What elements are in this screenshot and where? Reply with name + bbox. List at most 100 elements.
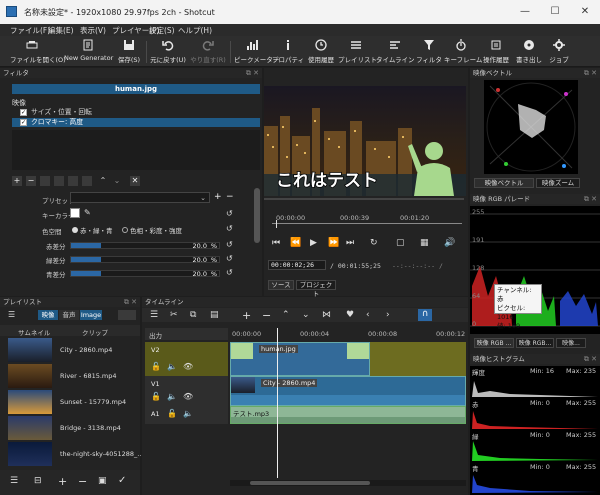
split-icon[interactable]: ⋈ xyxy=(322,310,331,320)
volume-icon[interactable]: 🔈 xyxy=(167,392,177,401)
zoom-icon[interactable]: ▢ xyxy=(396,238,405,248)
add-icon[interactable]: + xyxy=(58,475,67,488)
playlist-item[interactable]: the-night-sky-4051288_... xyxy=(8,442,143,466)
remove-icon[interactable]: − xyxy=(262,309,271,322)
lock-icon[interactable]: 🔓 xyxy=(151,362,161,371)
radio-rgb[interactable]: 赤・緑・青 xyxy=(72,225,113,235)
undo-button[interactable]: 元に戻す(U) xyxy=(150,36,186,67)
filter-item-selected[interactable]: ✓ クロマキー: 高度 xyxy=(12,118,260,127)
timeline-scrollbar[interactable] xyxy=(230,480,466,486)
menu-view[interactable]: 表示(V) xyxy=(80,25,106,36)
volume-icon[interactable]: 🔈 xyxy=(183,409,193,418)
open-file-button[interactable]: ファイルを開く(O) xyxy=(10,36,66,67)
volume-icon[interactable]: 🔊 xyxy=(444,238,455,248)
panel-close-icon[interactable]: ⧉ ✕ xyxy=(584,354,597,364)
close-filter-icon[interactable]: ✕ xyxy=(130,176,140,186)
cut-icon[interactable]: ✂ xyxy=(170,310,178,320)
scrollbar-thumb[interactable] xyxy=(250,481,370,485)
marker-icon[interactable]: ♥ xyxy=(346,310,354,320)
preset-dropdown[interactable]: ⌄ xyxy=(70,192,210,203)
checkmark-icon[interactable]: ✓ xyxy=(118,475,126,486)
timeline-ruler[interactable]: 00:00:00 00:00:04 00:00:08 00:00:12 xyxy=(230,328,466,340)
paste-filter-icon[interactable] xyxy=(54,176,64,186)
next-marker-icon[interactable]: › xyxy=(386,310,390,320)
filters-scrollbar[interactable] xyxy=(254,188,260,243)
timeline-clip[interactable]: テスト.mp3 xyxy=(230,406,466,424)
track-header-v1[interactable]: V1 🔓 🔈 👁 xyxy=(145,376,228,406)
param-slider[interactable]: 20.0 % xyxy=(70,270,220,278)
save-button[interactable]: 保存(S) xyxy=(116,36,142,67)
reset-icon[interactable]: ↺ xyxy=(226,254,233,263)
eye-icon[interactable]: 👁 xyxy=(183,362,193,371)
reset-icon[interactable]: ↺ xyxy=(226,240,233,249)
paste-icon[interactable]: ▤ xyxy=(210,310,219,320)
open-icon[interactable]: ⊟ xyxy=(34,476,42,486)
rewind-icon[interactable]: ⏪ xyxy=(290,238,301,248)
volume-icon[interactable]: 🔈 xyxy=(167,362,177,371)
save-preset-icon[interactable] xyxy=(68,176,78,186)
playlist-filter-image[interactable]: Image xyxy=(80,310,102,320)
tab-video-other[interactable]: 映像... xyxy=(556,338,586,348)
close-button[interactable]: ✕ xyxy=(570,2,600,22)
playlist-item[interactable]: River - 6815.mp4 xyxy=(8,364,138,388)
tab-rgb-waveform[interactable]: 映像 RGB... xyxy=(516,338,554,348)
panel-close-icon[interactable]: ⧉ ✕ xyxy=(124,297,137,307)
menu-file[interactable]: ファイル(F) xyxy=(10,25,50,36)
playlist-filter-video[interactable]: 映像 xyxy=(38,310,58,320)
eye-icon[interactable]: 👁 xyxy=(183,392,193,401)
menu-icon[interactable]: ☰ xyxy=(150,310,158,320)
history-button[interactable]: 操作履歴 xyxy=(480,36,512,67)
remove-filter-icon[interactable]: − xyxy=(26,176,36,186)
update-icon[interactable]: ▣ xyxy=(98,476,107,486)
recent-button[interactable]: 使用履歴 xyxy=(306,36,336,67)
keyframes-button[interactable]: キーフレーム xyxy=(444,36,482,67)
menu-edit[interactable]: 編集(E) xyxy=(48,25,74,36)
timecode-input[interactable]: 00:00:02;26 xyxy=(268,260,326,270)
add-filter-icon[interactable]: + xyxy=(12,176,22,186)
timeline-clip[interactable]: City - 2860.mp4 xyxy=(230,376,466,406)
copy-filter-icon[interactable] xyxy=(40,176,50,186)
player-ruler[interactable]: 00:00:00 00:00:39 00:01:20 xyxy=(272,214,462,228)
lock-icon[interactable]: 🔓 xyxy=(167,409,177,418)
copy-icon[interactable]: ⧉ xyxy=(190,310,196,320)
append-icon[interactable]: + xyxy=(242,309,251,322)
tab-vectorscope[interactable]: 映像ベクトル xyxy=(474,178,534,188)
playlist-view-toggle[interactable] xyxy=(118,310,136,320)
lock-icon[interactable]: 🔓 xyxy=(151,392,161,401)
reset-icon[interactable]: ↺ xyxy=(226,268,233,277)
reset-icon[interactable]: ↺ xyxy=(226,209,233,218)
param-slider[interactable]: 20.0 % xyxy=(70,242,220,250)
add-preset-icon[interactable]: + xyxy=(214,193,223,202)
properties-button[interactable]: プロパティ xyxy=(272,36,304,67)
tab-source[interactable]: ソース xyxy=(268,280,294,290)
remove-preset-icon[interactable]: − xyxy=(226,193,235,202)
playlist-button[interactable]: プレイリスト xyxy=(338,36,377,67)
redo-button[interactable]: やり直す(R) xyxy=(190,36,226,67)
menu-icon[interactable]: ☰ xyxy=(10,476,18,486)
reset-icon[interactable]: ↺ xyxy=(226,224,233,233)
skip-to-end-icon[interactable]: ⏭ xyxy=(346,238,354,248)
minimize-button[interactable]: — xyxy=(510,2,540,22)
timeline-button[interactable]: タイムライン xyxy=(376,36,415,67)
fast-forward-icon[interactable]: ⏩ xyxy=(328,238,339,248)
play-icon[interactable]: ▶ xyxy=(310,238,317,248)
skip-to-start-icon[interactable]: ⏮ xyxy=(272,238,280,248)
tab-video-zoom[interactable]: 映像ズーム xyxy=(536,178,580,188)
playlist-item[interactable]: City - 2860.mp4 xyxy=(8,338,138,362)
move-up-icon[interactable]: ⌃ xyxy=(98,176,108,186)
timeline-clip[interactable]: human.jpg xyxy=(230,342,370,376)
filter-item[interactable]: ✓ サイズ・位置・回転 xyxy=(12,108,260,117)
param-slider[interactable]: 20.0 % xyxy=(70,256,220,264)
timeline-playhead[interactable] xyxy=(277,328,278,478)
eyedropper-icon[interactable]: ✎ xyxy=(84,208,94,218)
snap-icon[interactable]: ∩ xyxy=(418,309,432,321)
jobs-button[interactable]: ジョブ xyxy=(546,36,572,67)
new-generator-button[interactable]: New Generator xyxy=(64,36,113,67)
panel-close-icon[interactable]: ⧉ ✕ xyxy=(584,68,597,78)
playlist-menu-icon[interactable]: ☰ xyxy=(8,310,18,320)
maximize-button[interactable]: ☐ xyxy=(540,2,570,22)
lift-icon[interactable]: ⌃ xyxy=(282,310,290,320)
radio-hsi[interactable]: 色相・彩度・強度 xyxy=(122,225,182,235)
key-color-swatch[interactable] xyxy=(70,208,80,218)
panel-close-icon[interactable]: ⧉ ✕ xyxy=(246,68,259,78)
